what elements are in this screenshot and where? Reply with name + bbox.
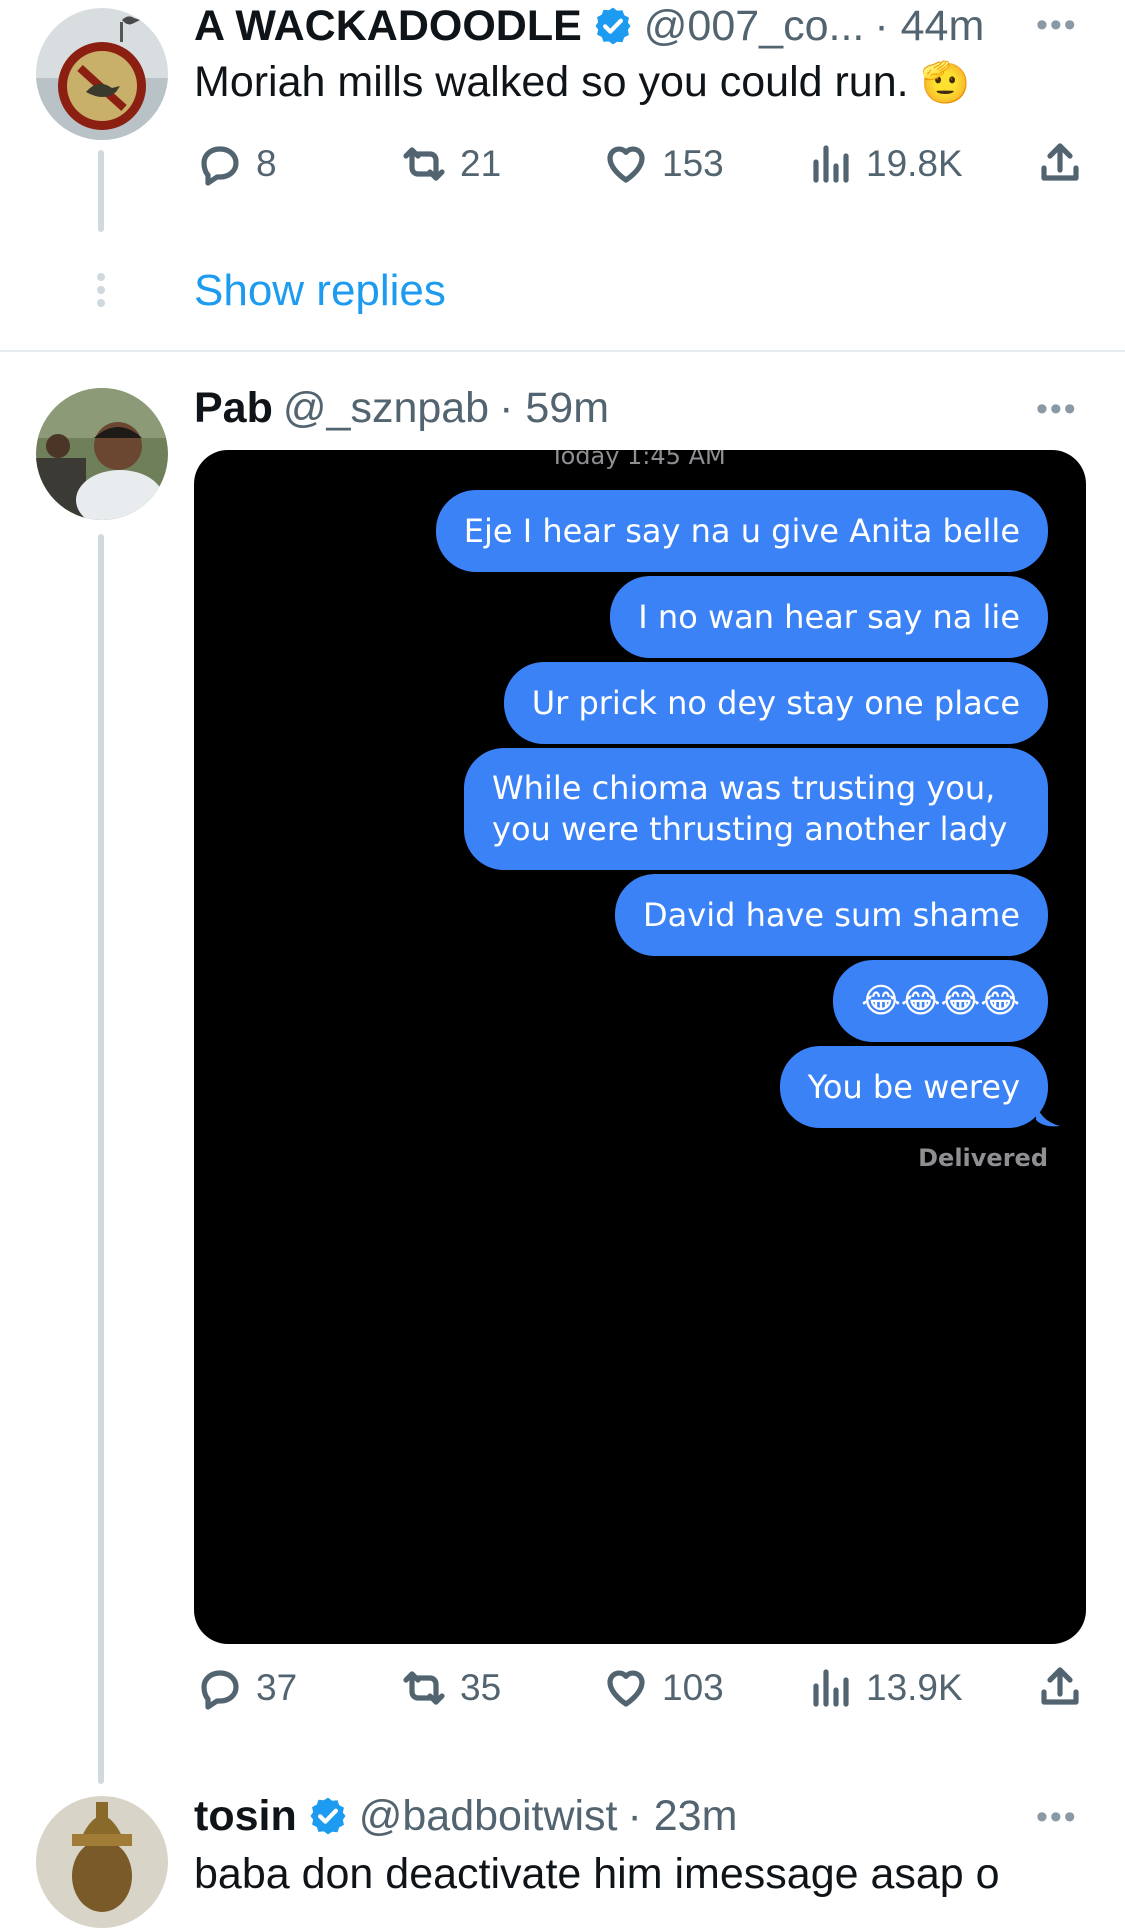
timestamp[interactable]: · 59m	[499, 384, 609, 433]
view-count: 13.9K	[866, 1667, 963, 1708]
views-icon	[813, 145, 849, 183]
tweet-media-image[interactable]: Today 1:45 AM Eje I hear say na u give A…	[194, 450, 1086, 1644]
retweet-button[interactable]: 21	[400, 140, 501, 188]
retweet-count: 21	[460, 143, 502, 184]
more-icon[interactable]: •••	[1036, 390, 1078, 429]
reply-count: 8	[256, 143, 277, 184]
tweet-text-content: Moriah mills walked so you could run.	[194, 58, 909, 106]
message-bubble: Eje I hear say na u give Anita belle	[435, 490, 1048, 572]
share-button[interactable]	[1036, 140, 1096, 188]
message-bubble: You be werey	[779, 1046, 1048, 1128]
thread-line	[98, 150, 104, 232]
display-name[interactable]: tosin	[194, 1792, 297, 1841]
retweet-count: 35	[460, 1667, 502, 1708]
message-bubble: 😂😂😂😂	[833, 960, 1048, 1042]
view-count: 19.8K	[866, 143, 963, 184]
bubble-tail	[1036, 1100, 1060, 1127]
divider	[0, 350, 1125, 352]
thread-dots	[96, 272, 106, 308]
message-bubble: I no wan hear say na lie	[610, 576, 1048, 658]
views-button[interactable]: 19.8K	[806, 140, 963, 188]
tweet-header: A WACKADOODLE @007_co... · 44m	[194, 0, 984, 52]
timestamp[interactable]: · 44m	[874, 2, 984, 51]
views-button[interactable]: 13.9K	[806, 1664, 963, 1712]
verified-badge-icon	[310, 1797, 346, 1835]
message-bubble: David have sum shame	[615, 874, 1048, 956]
handle[interactable]: @007_co...	[644, 2, 865, 51]
chat-date-header: Today 1:45 AM	[550, 450, 726, 470]
reply-icon	[201, 1670, 239, 1710]
retweet-button[interactable]: 35	[400, 1664, 501, 1712]
share-button[interactable]	[1036, 1664, 1096, 1712]
like-count: 153	[662, 143, 724, 184]
show-replies-link[interactable]: Show replies	[194, 266, 446, 316]
display-name[interactable]: Pab	[194, 384, 273, 433]
display-name[interactable]: A WACKADOODLE	[194, 2, 582, 51]
avatar[interactable]	[36, 8, 168, 140]
reply-count: 37	[256, 1667, 298, 1708]
more-icon[interactable]: •••	[1036, 1798, 1078, 1837]
delivered-status: Delivered	[918, 1144, 1048, 1172]
reply-button[interactable]: 8	[196, 140, 277, 188]
reply-button[interactable]: 37	[196, 1664, 297, 1712]
heart-icon	[607, 1670, 645, 1707]
views-icon	[813, 1669, 849, 1707]
verified-badge-icon	[595, 7, 631, 45]
share-icon	[1041, 143, 1079, 181]
like-button[interactable]: 153	[602, 140, 724, 188]
avatar[interactable]	[36, 1796, 168, 1928]
message-bubble: Ur prick no dey stay one place	[503, 662, 1048, 744]
avatar[interactable]	[36, 388, 168, 520]
timestamp[interactable]: · 23m	[628, 1792, 738, 1841]
reply-icon	[201, 146, 239, 186]
share-icon	[1041, 1667, 1079, 1705]
tweet-text: baba don deactivate him imessage asap o	[194, 1850, 1000, 1898]
more-icon[interactable]: •••	[1036, 6, 1078, 45]
tweet-header: Pab @_sznpab · 59m	[194, 382, 609, 434]
heart-icon	[607, 146, 645, 183]
retweet-icon	[403, 147, 445, 181]
tweet-text: Moriah mills walked so you could run. 🫡	[194, 58, 970, 107]
handle[interactable]: @_sznpab	[283, 384, 489, 433]
handle[interactable]: @badboitwist	[359, 1792, 618, 1841]
retweet-icon	[403, 1671, 445, 1705]
message-bubble: While chioma was trusting you, you were …	[464, 748, 1048, 870]
thread-line	[98, 534, 104, 1784]
like-button[interactable]: 103	[602, 1664, 724, 1712]
like-count: 103	[662, 1667, 724, 1708]
tweet-header: tosin @badboitwist · 23m	[194, 1790, 737, 1842]
saluting-face-emoji: 🫡	[920, 61, 971, 105]
